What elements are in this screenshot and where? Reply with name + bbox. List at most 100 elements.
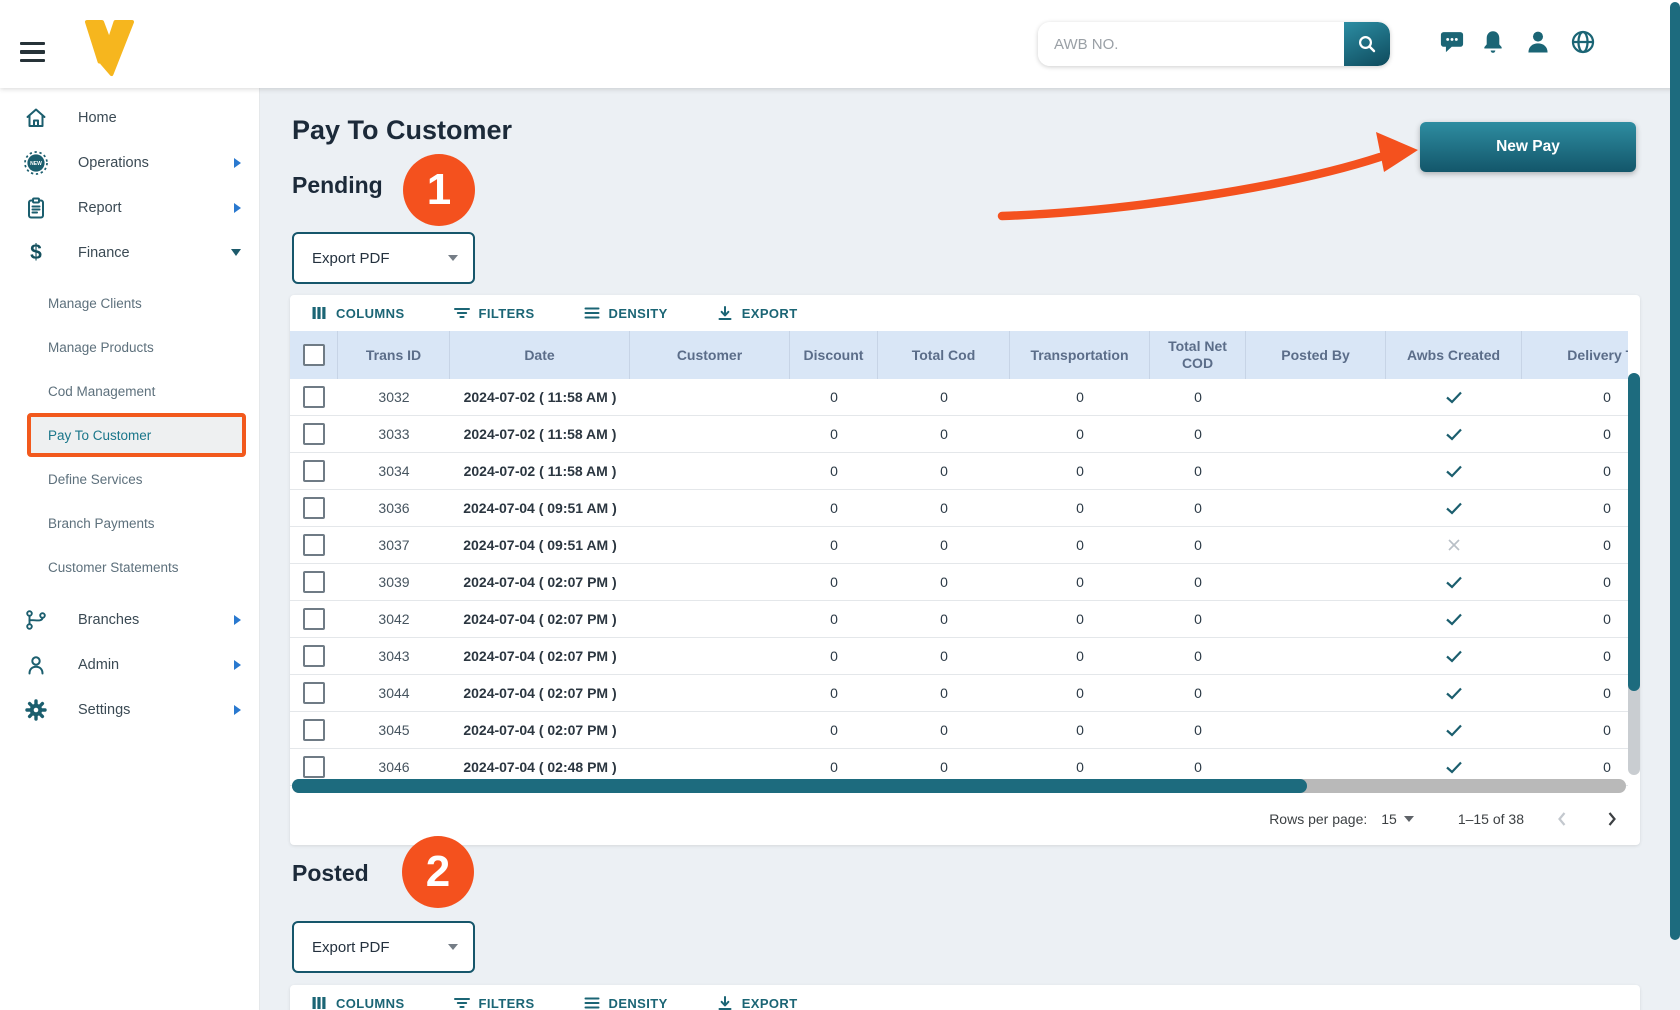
density-button[interactable]: DENSITY	[577, 993, 674, 1010]
search-input[interactable]	[1038, 22, 1344, 66]
chevron-right-icon	[234, 705, 241, 715]
table-vertical-scrollbar[interactable]	[1628, 373, 1640, 775]
sidebar-item-admin[interactable]: Admin	[0, 642, 259, 687]
search-icon	[1355, 32, 1379, 56]
cell-customer	[630, 638, 790, 674]
row-checkbox[interactable]	[303, 386, 325, 408]
row-checkbox[interactable]	[303, 719, 325, 741]
cell-total-cod: 0	[878, 490, 1010, 526]
row-checkbox[interactable]	[303, 645, 325, 667]
finance-submenu: Manage Clients Manage Products Cod Manag…	[0, 275, 259, 593]
col-customer[interactable]: Customer	[630, 331, 790, 379]
export-button[interactable]: EXPORT	[710, 993, 804, 1010]
posted-export-pdf-dropdown[interactable]: Export PDF	[292, 921, 475, 973]
table-row[interactable]: 3032 2024-07-02 ( 11:58 AM ) 0 0 0 0	[290, 379, 1628, 416]
col-date[interactable]: Date	[450, 331, 630, 379]
table-row[interactable]: 3033 2024-07-02 ( 11:58 AM ) 0 0 0 0	[290, 416, 1628, 453]
next-page-button[interactable]	[1600, 807, 1624, 831]
sidebar-item-define-services[interactable]: Define Services	[0, 457, 259, 501]
check-icon	[1444, 722, 1464, 738]
columns-button[interactable]: COLUMNS	[304, 993, 411, 1010]
table-row[interactable]: 3039 2024-07-04 ( 02:07 PM ) 0 0 0 0	[290, 564, 1628, 601]
columns-button[interactable]: COLUMNS	[304, 303, 411, 323]
cell-posted-by	[1246, 564, 1386, 600]
col-awbs-created[interactable]: Awbs Created	[1386, 331, 1522, 379]
cell-trans-id: 3039	[338, 564, 450, 600]
cell-delivery: 0	[1522, 601, 1628, 637]
sidebar-item-operations[interactable]: NEW Operations	[0, 140, 259, 185]
cell-delivery: 0	[1522, 379, 1628, 415]
sidebar-item-manage-clients[interactable]: Manage Clients	[0, 281, 259, 325]
sidebar-item-settings[interactable]: Settings	[0, 687, 259, 732]
row-checkbox[interactable]	[303, 534, 325, 556]
vertical-scroll-thumb[interactable]	[1628, 373, 1640, 691]
table-clip: Trans ID Date Customer Discount Total Co…	[290, 331, 1628, 786]
sidebar-item-branches[interactable]: Branches	[0, 597, 259, 642]
sidebar-item-cod-management[interactable]: Cod Management	[0, 369, 259, 413]
filters-button[interactable]: FILTERS	[447, 993, 541, 1010]
export-button[interactable]: EXPORT	[710, 303, 804, 323]
table-row[interactable]: 3036 2024-07-04 ( 09:51 AM ) 0 0 0 0	[290, 490, 1628, 527]
chat-icon[interactable]	[1438, 28, 1466, 56]
density-button[interactable]: DENSITY	[577, 303, 674, 323]
table-row[interactable]: 3044 2024-07-04 ( 02:07 PM ) 0 0 0 0	[290, 675, 1628, 712]
table-horizontal-scrollbar[interactable]	[292, 779, 1626, 793]
chevron-right-icon	[234, 158, 241, 168]
sidebar-item-customer-statements[interactable]: Customer Statements	[0, 545, 259, 589]
table-row[interactable]: 3034 2024-07-02 ( 11:58 AM ) 0 0 0 0	[290, 453, 1628, 490]
row-checkbox[interactable]	[303, 423, 325, 445]
account-icon[interactable]	[1524, 28, 1552, 56]
cell-trans-id: 3034	[338, 453, 450, 489]
select-all-checkbox[interactable]	[303, 344, 325, 366]
search-button[interactable]	[1344, 22, 1390, 66]
horizontal-scroll-thumb[interactable]	[292, 779, 1307, 793]
sidebar: Home NEW Operations Report	[0, 88, 260, 1010]
cell-total-cod: 0	[878, 712, 1010, 748]
row-checkbox[interactable]	[303, 571, 325, 593]
sidebar-item-pay-to-customer-active[interactable]: Pay To Customer	[27, 413, 246, 457]
row-checkbox[interactable]	[303, 682, 325, 704]
cell-date: 2024-07-04 ( 02:07 PM )	[450, 601, 630, 637]
sidebar-item-manage-products[interactable]: Manage Products	[0, 325, 259, 369]
col-total-net-cod[interactable]: Total Net COD	[1150, 331, 1246, 379]
sidebar-item-branch-payments[interactable]: Branch Payments	[0, 501, 259, 545]
col-total-cod[interactable]: Total Cod	[878, 331, 1010, 379]
filters-button[interactable]: FILTERS	[447, 303, 541, 323]
brand-logo[interactable]	[82, 18, 136, 83]
table-row[interactable]: 3037 2024-07-04 ( 09:51 AM ) 0 0 0 0	[290, 527, 1628, 564]
rows-per-page-select[interactable]: 15	[1381, 811, 1414, 827]
cell-delivery: 0	[1522, 416, 1628, 452]
operations-icon: NEW	[22, 151, 50, 175]
cell-date: 2024-07-02 ( 11:58 AM )	[450, 416, 630, 452]
table-row[interactable]: 3042 2024-07-04 ( 02:07 PM ) 0 0 0 0	[290, 601, 1628, 638]
cell-delivery: 0	[1522, 527, 1628, 563]
sidebar-item-report[interactable]: Report	[0, 185, 259, 230]
density-label: DENSITY	[609, 306, 668, 321]
sidebar-item-home[interactable]: Home	[0, 95, 259, 140]
check-icon	[1444, 648, 1464, 664]
table-row[interactable]: 3045 2024-07-04 ( 02:07 PM ) 0 0 0 0	[290, 712, 1628, 749]
sidebar-item-finance[interactable]: $ Finance	[0, 230, 259, 275]
row-checkbox[interactable]	[303, 608, 325, 630]
row-checkbox[interactable]	[303, 756, 325, 778]
table-row[interactable]: 3043 2024-07-04 ( 02:07 PM ) 0 0 0 0	[290, 638, 1628, 675]
cell-posted-by	[1246, 527, 1386, 563]
col-delivery-tra[interactable]: Delivery Tra	[1522, 331, 1628, 379]
notifications-icon[interactable]	[1479, 28, 1507, 56]
cell-customer	[630, 453, 790, 489]
cell-transportation: 0	[1010, 564, 1150, 600]
col-posted-by[interactable]: Posted By	[1246, 331, 1386, 379]
col-discount[interactable]: Discount	[790, 331, 878, 379]
new-pay-button[interactable]: New Pay	[1420, 122, 1636, 172]
col-trans-id[interactable]: Trans ID	[338, 331, 450, 379]
previous-page-button[interactable]	[1550, 807, 1574, 831]
col-transportation[interactable]: Transportation	[1010, 331, 1150, 379]
cell-discount: 0	[790, 379, 878, 415]
export-pdf-dropdown[interactable]: Export PDF	[292, 232, 475, 284]
row-checkbox[interactable]	[303, 497, 325, 519]
columns-icon	[310, 994, 328, 1010]
page-scrollbar[interactable]	[1670, 2, 1680, 940]
language-icon[interactable]	[1569, 28, 1597, 56]
row-checkbox[interactable]	[303, 460, 325, 482]
menu-icon[interactable]	[20, 42, 45, 62]
